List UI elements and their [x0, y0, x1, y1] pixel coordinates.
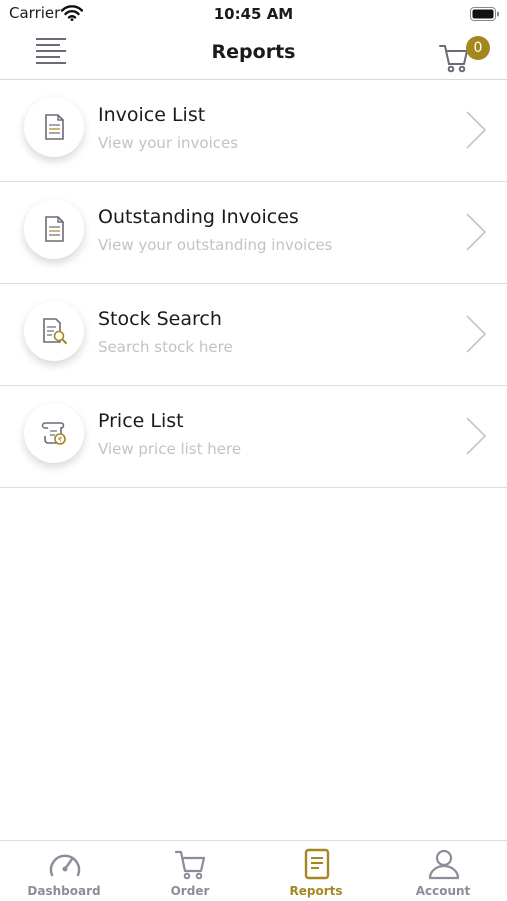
tab-bar: Dashboard Order Reports Account — [0, 840, 507, 901]
tab-label: Account — [415, 884, 471, 898]
report-item-outstanding-invoices[interactable]: Outstanding Invoices View your outstandi… — [0, 182, 507, 284]
hamburger-menu-icon — [36, 38, 66, 40]
report-item-title: Outstanding Invoices — [98, 206, 299, 228]
report-item-invoice-list[interactable]: Invoice List View your invoices — [0, 80, 507, 182]
cart-count-badge: 0 — [466, 36, 490, 60]
tab-label: Reports — [289, 884, 343, 898]
report-item-subtitle: View your outstanding invoices — [98, 236, 333, 254]
reports-list: Invoice List View your invoices Outstand… — [0, 80, 507, 488]
battery-icon — [470, 6, 500, 25]
speedometer-icon — [49, 854, 81, 877]
report-document-icon — [304, 848, 330, 880]
cart-button[interactable]: 0 — [436, 36, 492, 74]
report-item-price-list[interactable]: ₹ Price List View price list here — [0, 386, 507, 488]
invoice-document-icon — [24, 199, 84, 259]
status-bar: Carrier 10:45 AM — [0, 0, 507, 28]
report-item-subtitle: Search stock here — [98, 338, 233, 356]
chevron-right-icon — [466, 417, 487, 455]
tab-order[interactable]: Order — [127, 841, 253, 901]
shopping-cart-icon — [174, 850, 206, 880]
report-item-stock-search[interactable]: Stock Search Search stock here — [0, 284, 507, 386]
invoice-document-icon — [24, 97, 84, 157]
page-title: Reports — [211, 41, 296, 63]
chevron-right-icon — [466, 111, 487, 149]
report-item-title: Stock Search — [98, 308, 222, 330]
chevron-right-icon — [466, 315, 487, 353]
price-scroll-icon: ₹ — [24, 403, 84, 463]
navigation-bar: Reports 0 — [0, 28, 507, 80]
document-search-icon — [24, 301, 84, 361]
report-item-subtitle: View your invoices — [98, 134, 239, 152]
tab-label: Dashboard — [27, 884, 101, 898]
report-item-title: Price List — [98, 410, 184, 432]
tab-reports[interactable]: Reports — [253, 841, 379, 901]
svg-text:₹: ₹ — [58, 436, 63, 444]
report-item-title: Invoice List — [98, 104, 206, 126]
tab-label: Order — [170, 884, 210, 898]
report-item-subtitle: View price list here — [98, 440, 242, 458]
user-icon — [428, 849, 460, 880]
clock-time: 10:45 AM — [213, 5, 294, 23]
tab-account[interactable]: Account — [380, 841, 506, 901]
chevron-right-icon — [466, 213, 487, 251]
tab-dashboard[interactable]: Dashboard — [1, 841, 127, 901]
